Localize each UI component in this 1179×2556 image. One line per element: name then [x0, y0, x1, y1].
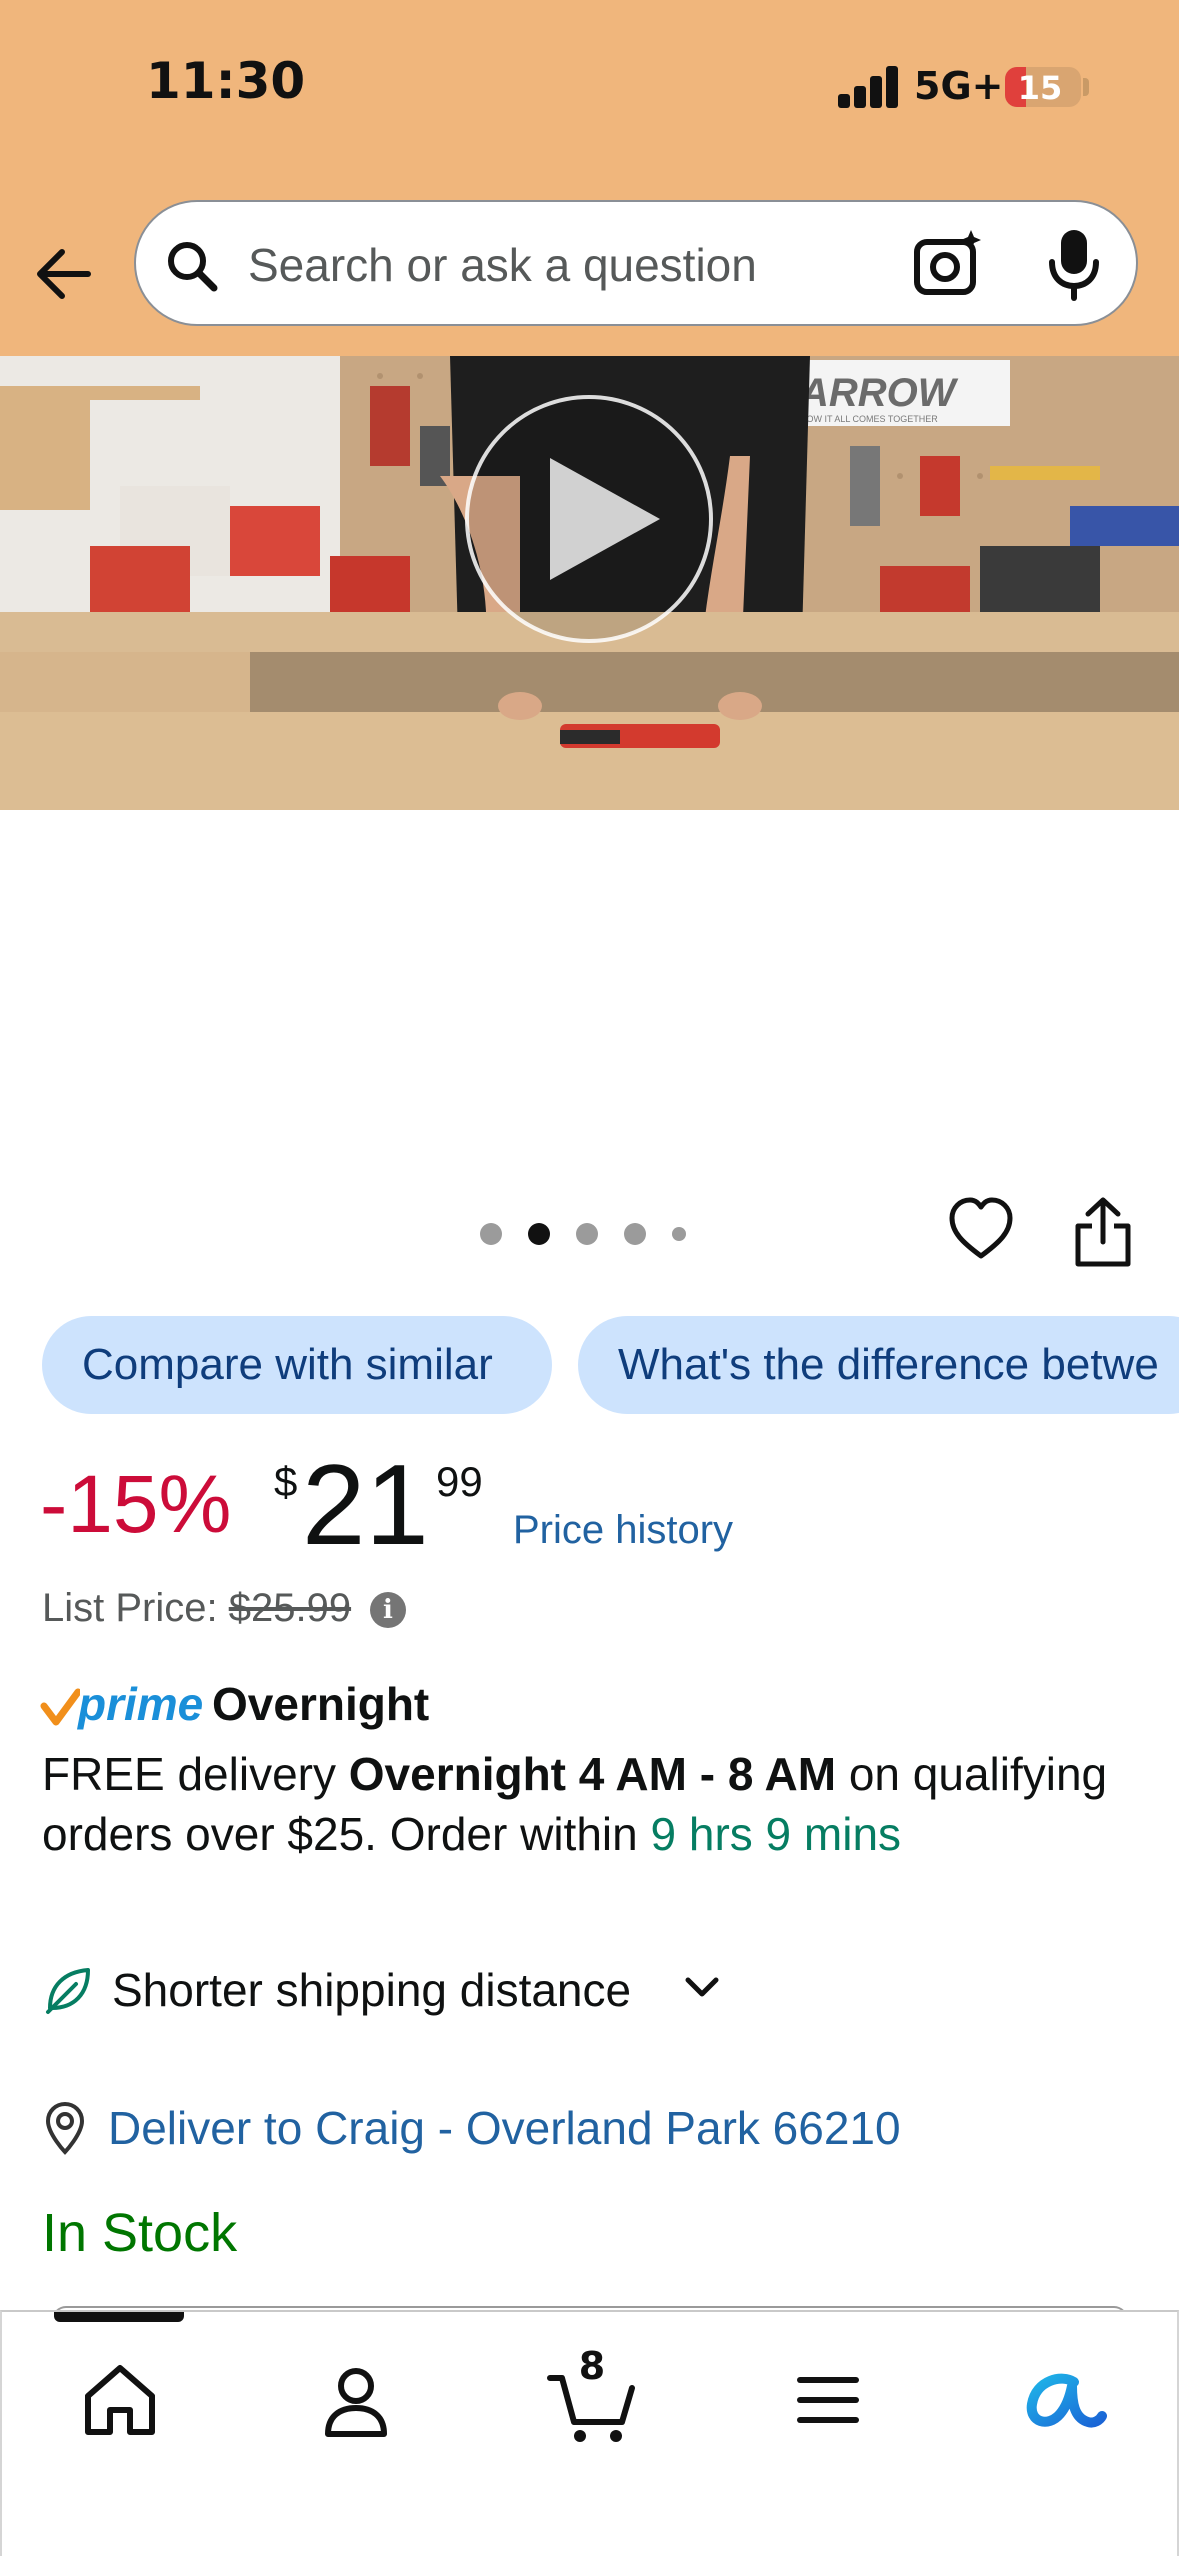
- battery-icon: 15: [1005, 67, 1081, 107]
- carousel-dot[interactable]: [576, 1223, 598, 1245]
- price-whole: 21: [302, 1442, 429, 1569]
- rufus-ai-icon[interactable]: [1012, 2352, 1108, 2448]
- status-bar: 11:30 5G+ 15: [0, 0, 1179, 180]
- heart-icon[interactable]: [946, 1194, 1016, 1264]
- active-tab-indicator: [54, 2312, 184, 2322]
- deliver-to-link[interactable]: Deliver to Craig - Overland Park 66210: [108, 2094, 901, 2162]
- info-icon[interactable]: i: [370, 1592, 406, 1628]
- signal-icon: [838, 66, 900, 108]
- search-icon[interactable]: [164, 238, 220, 294]
- location-pin-icon: [45, 2101, 85, 2155]
- camera-icon[interactable]: [911, 226, 987, 302]
- list-price: List Price: $25.99: [42, 1582, 351, 1634]
- battery-tip: [1083, 78, 1089, 96]
- prime-delivery-type: Overnight: [212, 1678, 430, 1730]
- account-icon[interactable]: [308, 2352, 404, 2448]
- product-image-area: [0, 810, 1179, 1210]
- difference-question-chip[interactable]: What's the difference betwe: [578, 1316, 1179, 1414]
- delivery-message: FREE delivery Overnight 4 AM - 8 AM on q…: [42, 1744, 1122, 1864]
- list-price-value: $25.99: [228, 1586, 352, 1630]
- carousel-dot[interactable]: [624, 1223, 646, 1245]
- chevron-down-icon[interactable]: [682, 1972, 722, 2002]
- discount-percent: -15%: [40, 1459, 232, 1550]
- battery-level: 15: [1017, 69, 1063, 107]
- price-history-link[interactable]: Price history: [513, 1504, 733, 1556]
- price-currency: $: [274, 1458, 298, 1505]
- compare-similar-chip[interactable]: Compare with similar: [42, 1316, 552, 1414]
- video-brand-tagline: HOW IT ALL COMES TOGETHER: [800, 414, 938, 424]
- home-icon[interactable]: [72, 2352, 168, 2448]
- status-time: 11:30: [146, 52, 306, 110]
- leaf-icon: [46, 1968, 90, 2014]
- network-label: 5G+: [914, 64, 1004, 108]
- video-brand-logo: ARROW: [799, 371, 959, 415]
- cart-button[interactable]: 8: [544, 2344, 640, 2448]
- product-video[interactable]: ARROW HOW IT ALL COMES TOGETHER: [0, 356, 1179, 810]
- search-input[interactable]: [246, 224, 810, 306]
- prime-check-icon: [40, 1688, 80, 1726]
- list-price-label: List Price:: [42, 1586, 218, 1630]
- back-arrow-icon[interactable]: [30, 238, 102, 310]
- play-icon[interactable]: [462, 392, 716, 646]
- carousel-dot[interactable]: [672, 1227, 686, 1241]
- search-bar[interactable]: [134, 200, 1138, 326]
- carousel-dot[interactable]: [528, 1223, 550, 1245]
- menu-icon[interactable]: [780, 2352, 876, 2448]
- prime-logo: prime: [78, 1678, 204, 1730]
- search-header: [0, 180, 1179, 356]
- carousel-dot[interactable]: [480, 1223, 502, 1245]
- cart-count: 8: [578, 2344, 606, 2388]
- price-fraction: 99: [436, 1458, 483, 1505]
- delivery-prefix: FREE delivery: [42, 1748, 349, 1800]
- delivery-countdown: 9 hrs 9 mins: [650, 1808, 902, 1860]
- stock-status: In Stock: [42, 2203, 238, 2263]
- microphone-icon[interactable]: [1044, 226, 1104, 302]
- shorter-shipping-label: Shorter shipping distance: [112, 1964, 632, 2016]
- share-icon[interactable]: [1068, 1194, 1138, 1270]
- bottom-nav: 8: [0, 2310, 1179, 2556]
- delivery-window: Overnight 4 AM - 8 AM: [348, 1748, 837, 1800]
